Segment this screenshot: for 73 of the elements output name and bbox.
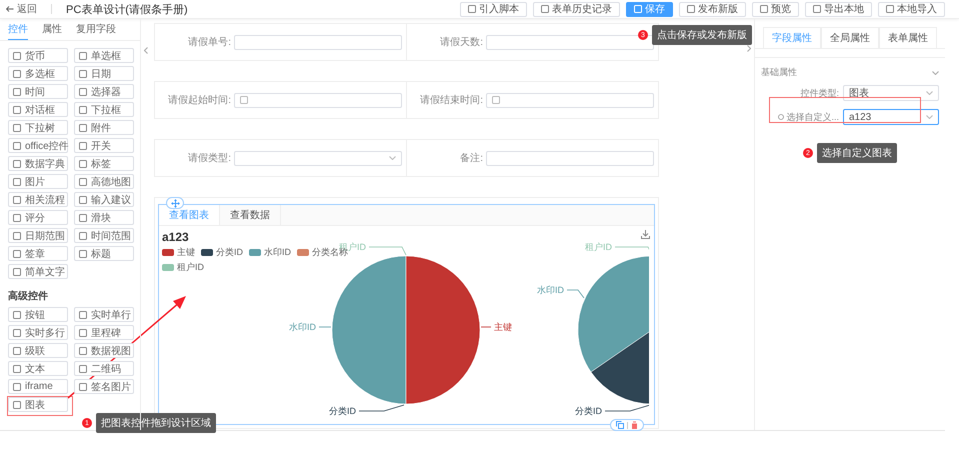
- callout-tooltip: 选择自定义图表: [817, 143, 897, 163]
- control-item[interactable]: 签名图片: [74, 379, 134, 394]
- control-item[interactable]: 输入建议: [74, 192, 134, 207]
- legend-item[interactable]: 主键: [162, 246, 195, 259]
- field-label: 请假单号:: [187, 36, 231, 49]
- control-item[interactable]: 单选框: [74, 48, 134, 63]
- slice-label: 租户ID: [585, 242, 612, 252]
- toolbar-button[interactable]: 导出本地: [805, 2, 872, 16]
- panel-tab[interactable]: 复用字段: [76, 22, 116, 40]
- control-item[interactable]: 标签: [74, 156, 134, 171]
- toolbar-button[interactable]: 发布新版: [679, 2, 746, 16]
- slice-label: 水印ID: [537, 285, 564, 295]
- control-item[interactable]: 高德地图: [74, 174, 134, 189]
- section-title: 基础属性: [761, 66, 797, 79]
- control-item[interactable]: 下拉框: [74, 102, 134, 117]
- control-item[interactable]: 多选框: [8, 66, 68, 81]
- control-item[interactable]: 图片: [8, 174, 68, 189]
- page-title: PC表单设计(请假条手册): [66, 2, 188, 16]
- legend-item[interactable]: 水印ID: [249, 246, 291, 259]
- field-label: 选择自定义...: [761, 110, 839, 124]
- control-item[interactable]: 开关: [74, 138, 134, 153]
- slice-label: 分类ID: [575, 406, 602, 416]
- control-item[interactable]: 时间: [8, 84, 68, 99]
- control-item[interactable]: office控件: [8, 138, 68, 153]
- field-label: 请假起始时间:: [167, 94, 231, 107]
- panel-tab[interactable]: 全局属性: [821, 27, 879, 48]
- section-heading: 高级控件: [7, 289, 49, 304]
- control-item[interactable]: 里程碑: [74, 325, 134, 340]
- control-item[interactable]: 附件: [74, 120, 134, 135]
- control-item[interactable]: 签章: [8, 246, 68, 261]
- control-item[interactable]: 下拉树: [8, 120, 68, 135]
- field-label: 控件类型:: [799, 86, 839, 100]
- control-item[interactable]: 滑块: [74, 210, 134, 225]
- panel-tab[interactable]: 表单属性: [879, 27, 937, 48]
- slice-label: 水印ID: [289, 322, 316, 332]
- control-item[interactable]: 级联: [8, 343, 68, 358]
- toolbar-button[interactable]: 引入脚本: [460, 2, 527, 16]
- control-item[interactable]: 标题: [74, 246, 134, 261]
- control-item[interactable]: 图表: [8, 397, 68, 412]
- back-button[interactable]: 返回: [6, 2, 37, 16]
- control-item[interactable]: 对话框: [8, 102, 68, 117]
- slice-label: 主键: [494, 322, 512, 332]
- control-item[interactable]: 货币: [8, 48, 68, 63]
- control-item[interactable]: 日期范围: [8, 228, 68, 243]
- slice-label: 分类ID: [329, 406, 356, 416]
- control-item[interactable]: 实时多行: [8, 325, 68, 340]
- control-item[interactable]: 选择器: [74, 84, 134, 99]
- control-item[interactable]: 数据视图: [74, 343, 134, 358]
- control-item[interactable]: 日期: [74, 66, 134, 81]
- control-item[interactable]: 按钮: [8, 307, 68, 322]
- field-label: 请假类型:: [187, 152, 231, 165]
- field-label: 请假天数:: [439, 36, 483, 49]
- control-item[interactable]: 数据字典: [8, 156, 68, 171]
- control-item[interactable]: 时间范围: [74, 228, 134, 243]
- toolbar-button[interactable]: 预览: [752, 2, 799, 16]
- callout-tooltip: 点击保存或发布新版: [652, 25, 752, 45]
- toolbar-button[interactable]: 本地导入: [878, 2, 945, 16]
- control-item[interactable]: 相关流程: [8, 192, 68, 207]
- control-item[interactable]: 简单文字: [8, 264, 68, 279]
- control-item[interactable]: 实时单行: [74, 307, 134, 322]
- legend-item[interactable]: 租户ID: [162, 261, 204, 274]
- control-item[interactable]: 评分: [8, 210, 68, 225]
- field-label: 请假结束时间:: [419, 94, 483, 107]
- control-item[interactable]: iframe: [8, 379, 68, 394]
- select-field[interactable]: 图表: [843, 85, 939, 101]
- field-label: 备注:: [459, 152, 483, 165]
- select-field[interactable]: a123: [843, 109, 939, 125]
- chart-title: a123: [162, 230, 189, 244]
- toolbar-button[interactable]: 表单历史记录: [533, 2, 620, 16]
- panel-tab[interactable]: 属性: [42, 22, 62, 40]
- control-item[interactable]: 文本: [8, 361, 68, 376]
- legend-item[interactable]: 分类ID: [201, 246, 243, 259]
- control-item[interactable]: 二维码: [74, 361, 134, 376]
